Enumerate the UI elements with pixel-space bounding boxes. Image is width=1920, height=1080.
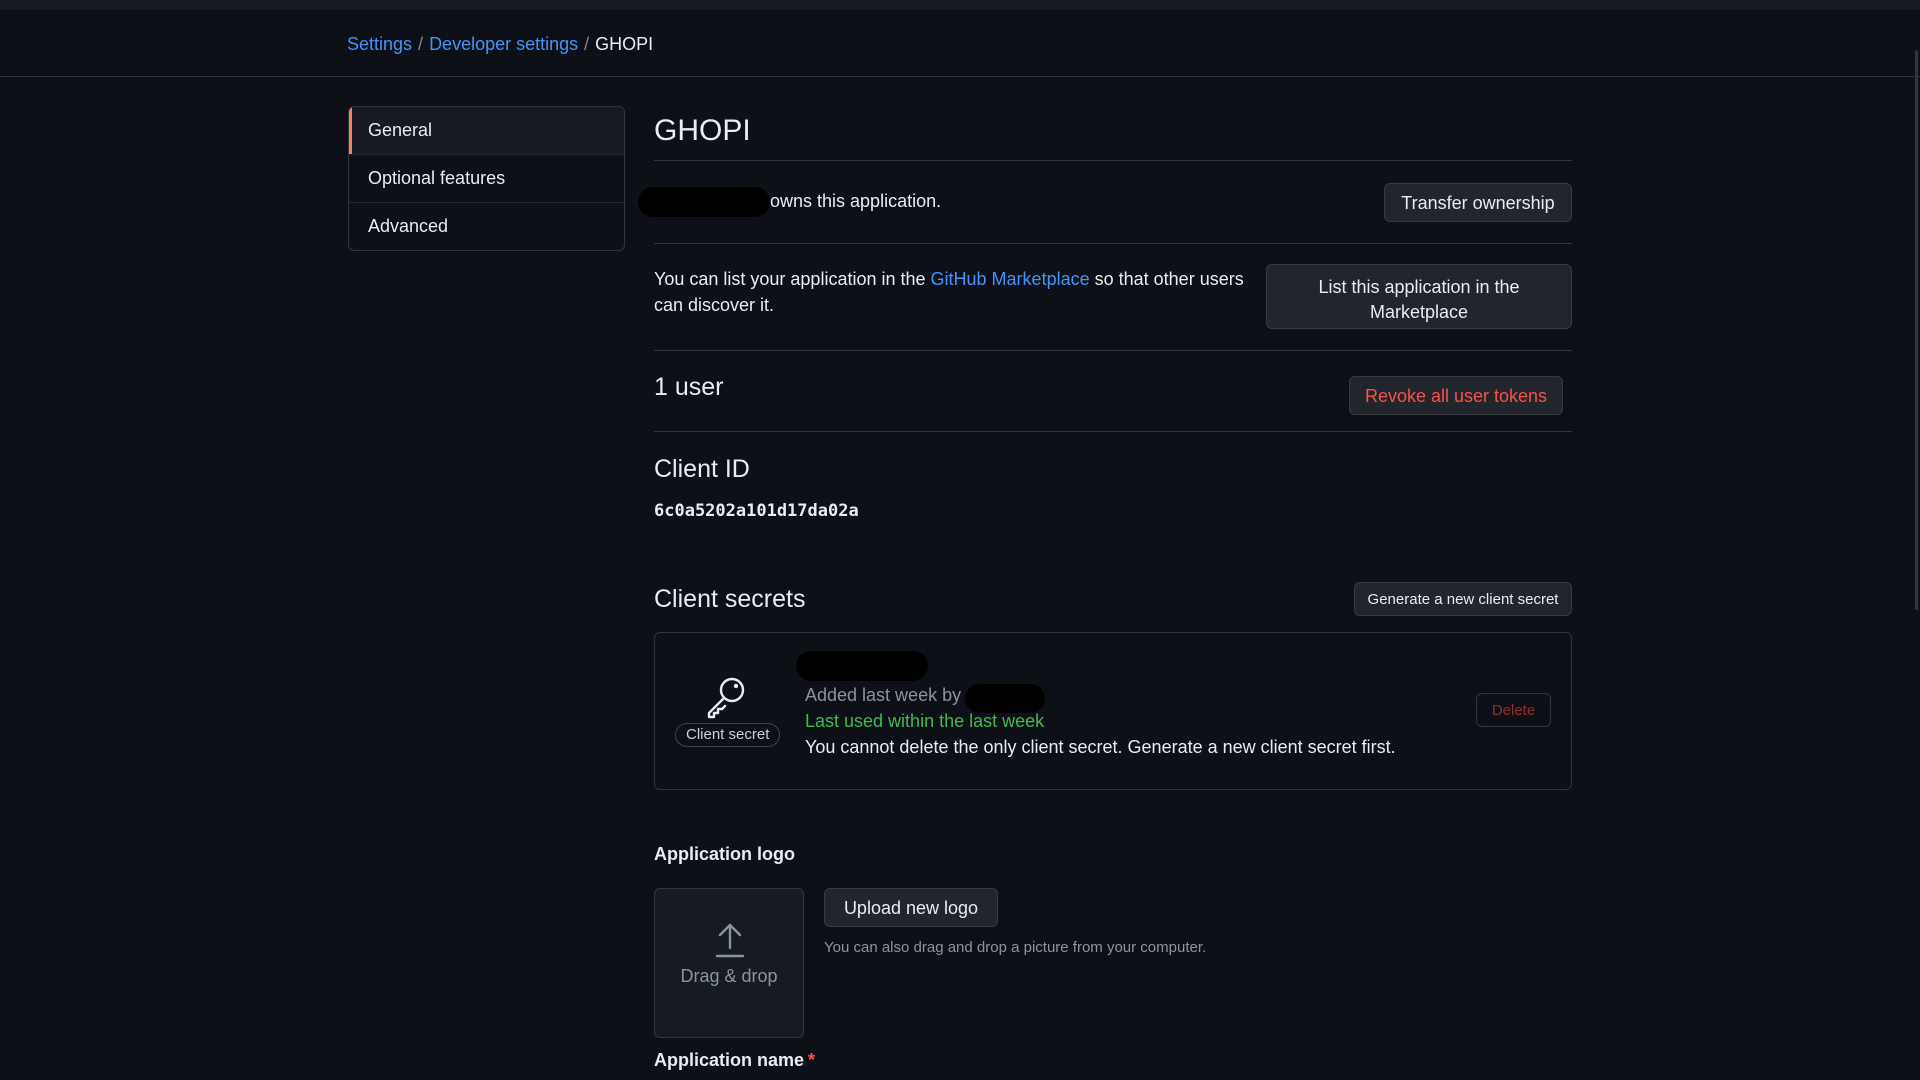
- application-name-heading: Application name: [654, 1050, 805, 1070]
- users-row: 1 user Revoke all user tokens: [654, 351, 1572, 431]
- owner-row: owns this application. Transfer ownershi…: [638, 161, 1572, 243]
- breadcrumb: Settings / Developer settings / GHOPI: [347, 34, 653, 55]
- breadcrumb-separator: /: [584, 34, 590, 54]
- divider: [654, 431, 1572, 432]
- breadcrumb-developer-settings-link[interactable]: Developer settings: [429, 34, 578, 54]
- top-strip: [0, 0, 1920, 10]
- main-content: GHOPI owns this application. Transfer ow…: [638, 106, 1572, 1070]
- upload-hint: You can also drag and drop a picture fro…: [824, 939, 1207, 956]
- client-secret-badge: Client secret: [675, 723, 781, 747]
- upload-icon: [715, 923, 745, 958]
- sidebar-item-advanced[interactable]: Advanced: [349, 202, 624, 250]
- list-in-marketplace-button[interactable]: List this application in the Marketplace: [1266, 264, 1572, 329]
- client-secrets-heading: Client secrets: [654, 585, 806, 613]
- sidebar-item-general[interactable]: General: [349, 107, 624, 154]
- secret-last-used-text: Last used within the last week: [805, 711, 1045, 731]
- marketplace-row: You can list your application in the Git…: [654, 244, 1572, 350]
- secret-added-text: Added last week by: [805, 685, 962, 705]
- breadcrumb-current: GHOPI: [595, 34, 654, 54]
- upload-new-logo-button[interactable]: Upload new logo: [824, 888, 998, 927]
- marketplace-text: You can list your application in the Git…: [654, 266, 1264, 318]
- page-header: Settings / Developer settings / GHOPI: [0, 10, 1920, 77]
- delete-secret-button[interactable]: Delete: [1476, 693, 1551, 727]
- application-logo-heading: Application logo: [654, 844, 795, 864]
- required-mark: *: [808, 1050, 816, 1070]
- github-marketplace-link[interactable]: GitHub Marketplace: [931, 269, 1090, 289]
- breadcrumb-settings-link[interactable]: Settings: [347, 34, 412, 54]
- redacted-secret-value: [796, 651, 928, 681]
- transfer-ownership-button[interactable]: Transfer ownership: [1384, 183, 1572, 222]
- generate-client-secret-button[interactable]: Generate a new client secret: [1354, 582, 1572, 616]
- key-icon: [707, 677, 745, 719]
- owner-text: owns this application.: [770, 191, 942, 211]
- client-id-value: 6c0a5202a101d17da02a: [654, 501, 859, 521]
- application-name-label: Application name *: [654, 1050, 815, 1071]
- breadcrumb-separator: /: [418, 34, 424, 54]
- drag-drop-label: Drag & drop: [680, 966, 778, 986]
- sidebar-item-optional-features[interactable]: Optional features: [349, 154, 624, 202]
- scrollbar[interactable]: [1915, 50, 1918, 610]
- secret-delete-warning: You cannot delete the only client secret…: [805, 737, 1396, 757]
- redacted-owner-name: [638, 187, 770, 217]
- users-count: 1 user: [654, 373, 724, 401]
- settings-sidebar: General Optional features Advanced: [348, 106, 625, 251]
- redacted-added-by-user: [965, 684, 1045, 713]
- revoke-all-user-tokens-button[interactable]: Revoke all user tokens: [1349, 376, 1563, 415]
- marketplace-text-prefix: You can list your application in the: [654, 269, 926, 289]
- client-secret-card: Client secret Added last week by Last us…: [654, 632, 1572, 790]
- client-id-heading: Client ID: [654, 455, 750, 483]
- page-title: GHOPI: [654, 114, 751, 147]
- logo-drop-zone[interactable]: Drag & drop: [654, 888, 804, 1038]
